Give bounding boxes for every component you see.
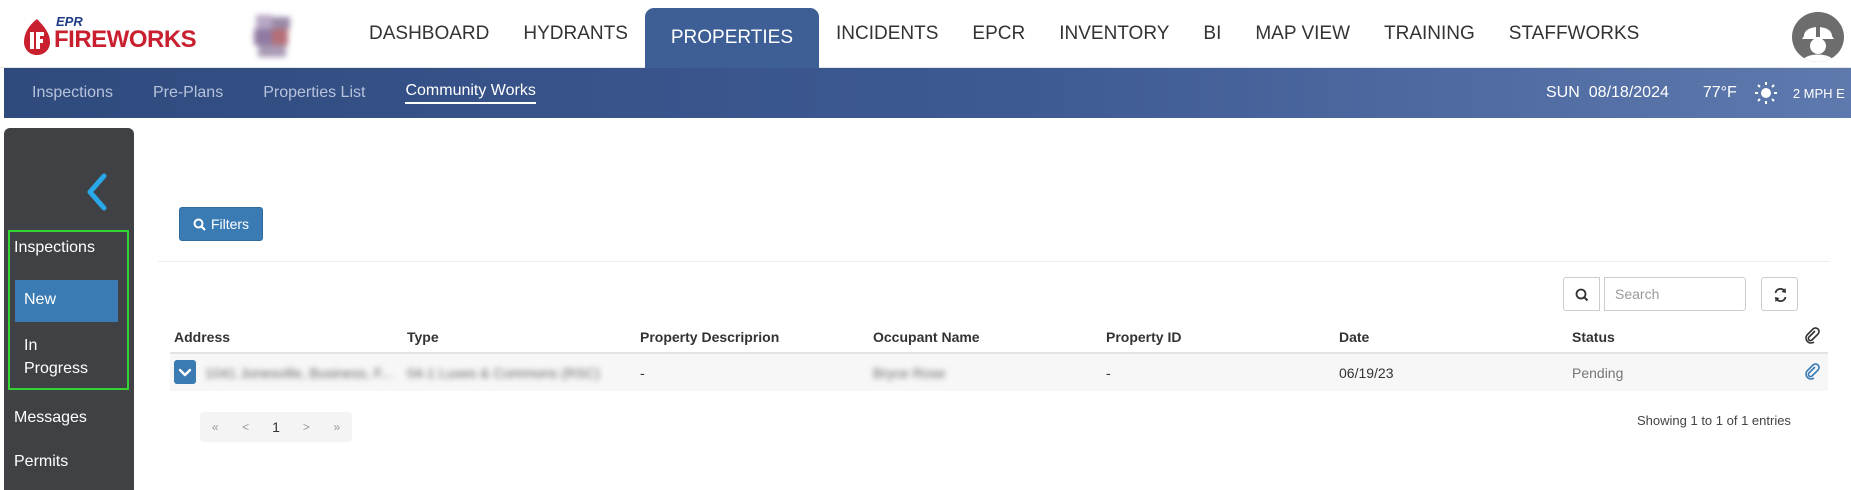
sub-navbar: Inspections Pre-Plans Properties List Co… bbox=[4, 68, 1851, 118]
cell-status: Pending bbox=[1572, 365, 1624, 381]
cell-address: 1041 Jonesville, Business, F... bbox=[205, 365, 393, 381]
divider bbox=[158, 261, 1830, 262]
search-icon bbox=[193, 218, 206, 231]
subnav-community-works[interactable]: Community Works bbox=[405, 82, 536, 104]
nav-epcr[interactable]: EPCR bbox=[955, 0, 1042, 68]
attachment-icon[interactable] bbox=[1803, 362, 1821, 380]
main-nav: DASHBOARD HYDRANTS PROPERTIES INCIDENTS … bbox=[352, 0, 1656, 68]
cell-property-id: - bbox=[1106, 365, 1111, 381]
col-status[interactable]: Status bbox=[1572, 329, 1615, 345]
subnav-properties-list[interactable]: Properties List bbox=[263, 84, 365, 102]
search-button[interactable] bbox=[1563, 277, 1600, 311]
nav-bi[interactable]: BI bbox=[1186, 0, 1238, 68]
brand-name: FIREWORKS bbox=[54, 26, 197, 53]
page-prev-button[interactable]: < bbox=[230, 420, 260, 434]
nav-incidents[interactable]: INCIDENTS bbox=[819, 0, 955, 68]
chevron-down-icon bbox=[178, 368, 192, 377]
cell-property-description: - bbox=[640, 365, 645, 381]
weather-temp: 77°F bbox=[1702, 84, 1737, 101]
fireworks-logo-icon bbox=[24, 19, 50, 55]
col-property-description[interactable]: Property Descriprion bbox=[640, 329, 779, 345]
subnav-inspections[interactable]: Inspections bbox=[32, 84, 113, 102]
weather-widget: SUN 08/18/2024 77°F 2 MPH E bbox=[1546, 68, 1845, 118]
nav-dashboard[interactable]: DASHBOARD bbox=[352, 0, 506, 68]
nav-staffworks[interactable]: STAFFWORKS bbox=[1492, 0, 1657, 68]
page-next-button[interactable]: > bbox=[291, 420, 321, 434]
top-navbar: EPR FIREWORKS DASHBOARD HYDRANTS PROPERT… bbox=[0, 0, 1851, 68]
refresh-button[interactable] bbox=[1761, 277, 1798, 311]
sidebar-item-inspections[interactable]: Inspections bbox=[14, 239, 95, 257]
sidebar-item-in-progress[interactable]: In Progress bbox=[24, 334, 104, 380]
col-occupant-name[interactable]: Occupant Name bbox=[873, 329, 980, 345]
weather-day: SUN bbox=[1546, 84, 1580, 101]
entries-summary: Showing 1 to 1 of 1 entries bbox=[1637, 413, 1791, 428]
cell-type: 04-1 Luxes & Commons (RSC) bbox=[407, 365, 600, 381]
sub-nav: Inspections Pre-Plans Properties List Co… bbox=[4, 68, 548, 118]
sidebar-item-messages[interactable]: Messages bbox=[14, 409, 87, 427]
filters-label: Filters bbox=[210, 216, 250, 232]
search-input[interactable] bbox=[1604, 277, 1746, 311]
sidebar-item-permits[interactable]: Permits bbox=[14, 453, 68, 471]
col-type[interactable]: Type bbox=[407, 329, 439, 345]
page-last-button[interactable]: » bbox=[322, 420, 352, 434]
page-first-button[interactable]: « bbox=[200, 420, 230, 434]
pagination: « < 1 > » bbox=[200, 412, 352, 442]
col-date[interactable]: Date bbox=[1339, 329, 1369, 345]
page-current-button[interactable]: 1 bbox=[261, 419, 291, 435]
subnav-pre-plans[interactable]: Pre-Plans bbox=[153, 84, 223, 102]
collapse-sidebar-button[interactable] bbox=[82, 172, 112, 212]
app-logo[interactable]: EPR FIREWORKS bbox=[22, 14, 197, 58]
expand-row-button[interactable] bbox=[174, 360, 196, 384]
nav-hydrants[interactable]: HYDRANTS bbox=[506, 0, 645, 68]
cell-occupant-name: Bryce Rose bbox=[873, 365, 946, 381]
sun-icon bbox=[1754, 82, 1777, 104]
weather-date: 08/18/2024 bbox=[1588, 84, 1669, 101]
col-address[interactable]: Address bbox=[174, 329, 230, 345]
cell-date: 06/19/23 bbox=[1339, 365, 1394, 381]
refresh-icon bbox=[1774, 288, 1787, 302]
nav-map-view[interactable]: MAP VIEW bbox=[1238, 0, 1367, 68]
nav-inventory[interactable]: INVENTORY bbox=[1042, 0, 1186, 68]
sidebar: Inspections New In Progress Messages Per… bbox=[4, 128, 134, 490]
filters-button[interactable]: Filters bbox=[179, 207, 263, 241]
search-icon bbox=[1575, 288, 1589, 302]
nav-properties[interactable]: PROPERTIES bbox=[644, 8, 820, 68]
chevron-left-icon bbox=[87, 173, 107, 211]
weather-wind: 2 MPH E bbox=[1792, 85, 1845, 101]
user-avatar-icon[interactable] bbox=[1792, 12, 1844, 62]
pixelated-user-image bbox=[252, 13, 296, 61]
col-property-id[interactable]: Property ID bbox=[1106, 329, 1181, 345]
sidebar-item-new[interactable]: New bbox=[15, 280, 118, 322]
nav-training[interactable]: TRAINING bbox=[1367, 0, 1492, 68]
paperclip-icon bbox=[1805, 327, 1820, 344]
